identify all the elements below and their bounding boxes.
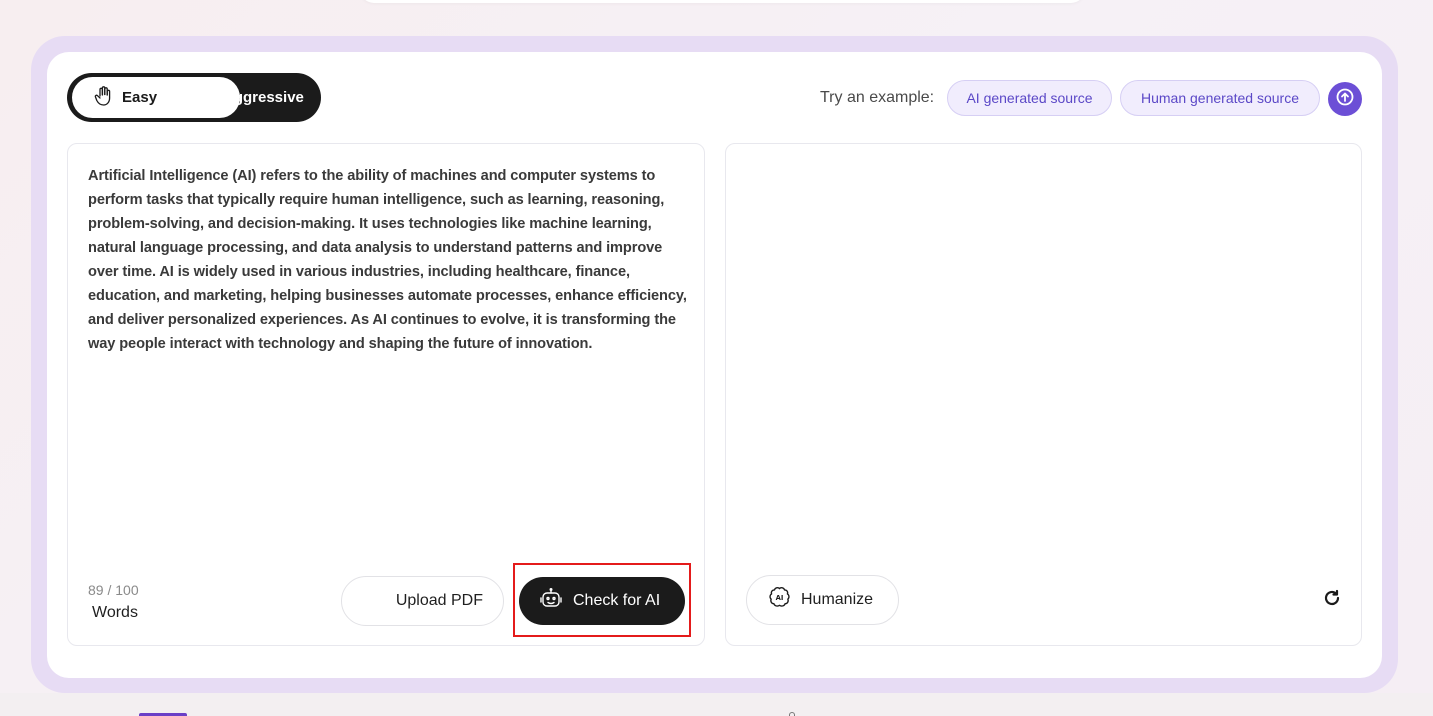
ai-generated-source-button[interactable]: AI generated source <box>947 80 1112 116</box>
mode-easy-label: Easy <box>122 89 158 106</box>
robot-icon <box>539 587 563 616</box>
brain-ai-icon: AI <box>767 585 792 615</box>
svg-text:AI: AI <box>776 594 784 602</box>
human-generated-source-button[interactable]: Human generated source <box>1120 80 1320 116</box>
humanize-label: Humanize <box>801 591 874 608</box>
top-search-bar-edge <box>360 0 1085 3</box>
text-scan-icon <box>193 85 215 111</box>
upload-circle-button[interactable] <box>1328 82 1362 116</box>
bottom-partial-icon <box>789 712 795 716</box>
check-for-ai-button[interactable]: Check for AI <box>519 577 685 625</box>
input-textarea[interactable]: Artificial Intelligence (AI) refers to t… <box>88 164 688 356</box>
refresh-button[interactable] <box>1320 588 1344 612</box>
output-panel <box>725 143 1362 646</box>
mode-aggressive-button[interactable]: Aggressive <box>189 77 319 118</box>
page-bottom-strip <box>0 693 1433 716</box>
try-example-label: Try an example: <box>820 89 935 106</box>
humanize-button[interactable]: AI Humanize <box>746 575 899 625</box>
upload-circle-icon <box>1336 88 1354 111</box>
upload-pdf-label: Upload PDF <box>395 592 483 609</box>
refresh-icon <box>1323 589 1341 612</box>
hand-icon <box>94 85 114 111</box>
upload-pdf-button[interactable]: Upload PDF <box>341 576 504 626</box>
check-for-ai-label: Check for AI <box>573 592 661 609</box>
mode-aggressive-label: Aggressive <box>223 89 304 106</box>
mode-toggle: Easy Aggressive <box>67 73 321 122</box>
word-count: 89 / 100 <box>88 582 139 598</box>
word-count-label: Words <box>92 604 138 621</box>
